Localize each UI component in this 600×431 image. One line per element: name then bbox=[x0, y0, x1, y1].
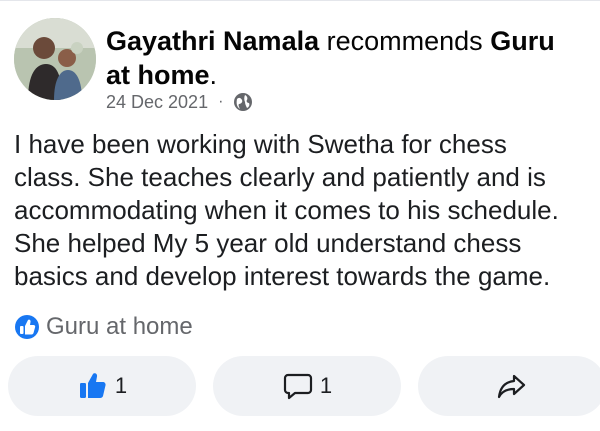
action-text: recommends bbox=[326, 26, 483, 56]
recommend-label[interactable]: Guru at home bbox=[46, 313, 193, 341]
share-button[interactable] bbox=[418, 356, 600, 416]
globe-icon bbox=[233, 92, 253, 112]
post-meta: 24 Dec 2021 · bbox=[106, 91, 253, 113]
avatar-photo bbox=[14, 18, 96, 100]
post-header-text: Gayathri Namala recommends Guru at home. bbox=[106, 24, 586, 92]
post-date[interactable]: 24 Dec 2021 bbox=[106, 92, 208, 113]
terminal-punctuation: . bbox=[209, 60, 218, 90]
share-arrow-icon bbox=[496, 370, 528, 402]
top-divider bbox=[0, 0, 600, 1]
page-name-line2[interactable]: at home bbox=[106, 60, 210, 90]
like-count: 1 bbox=[114, 373, 128, 398]
meta-separator: · bbox=[218, 93, 224, 110]
recommendation-tag[interactable]: Guru at home bbox=[14, 312, 193, 342]
recommend-thumb-icon bbox=[14, 314, 40, 340]
post-header: Gayathri Namala recommends Guru at home.… bbox=[14, 18, 594, 118]
like-button[interactable]: 1 bbox=[8, 356, 196, 416]
comment-count: 1 bbox=[319, 373, 333, 398]
thumbs-up-icon bbox=[77, 370, 109, 402]
comment-bubble-icon bbox=[282, 370, 314, 402]
action-bar: 1 1 bbox=[8, 356, 600, 416]
comment-button[interactable]: 1 bbox=[213, 356, 401, 416]
page-name-line1[interactable]: Guru bbox=[490, 26, 555, 56]
post-body: I have been working with Swetha for ches… bbox=[14, 129, 559, 291]
author-name[interactable]: Gayathri Namala bbox=[106, 26, 319, 56]
avatar[interactable] bbox=[14, 18, 96, 100]
